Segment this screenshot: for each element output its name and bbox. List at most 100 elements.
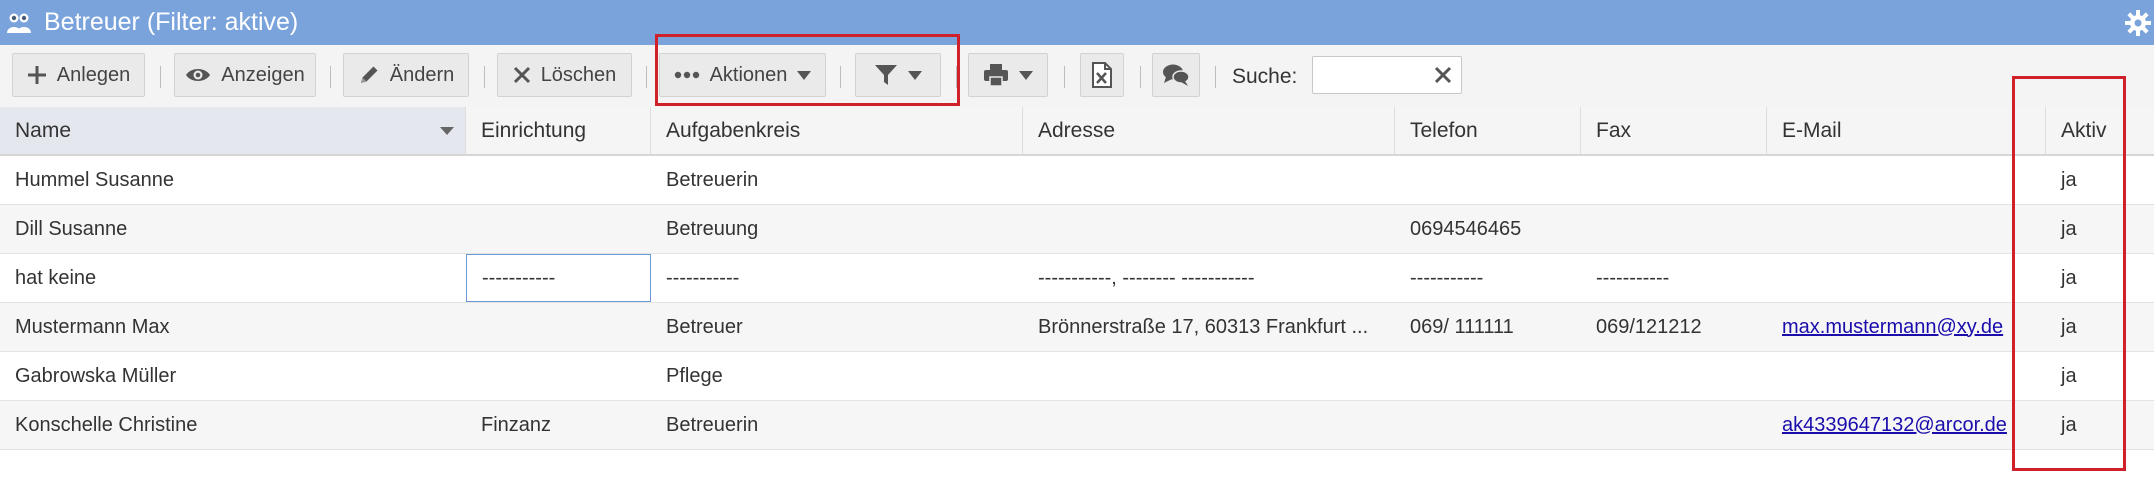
cell-einrichtung [466, 205, 651, 253]
column-header-label: Aufgabenkreis [666, 118, 801, 142]
cell-email [1767, 352, 2046, 400]
caret-down-icon[interactable] [435, 121, 459, 141]
cell-fax [1581, 401, 1767, 449]
clear-icon[interactable] [1433, 65, 1453, 85]
column-header-email[interactable]: E-Mail [1767, 107, 2046, 154]
column-header-adresse[interactable]: Adresse [1023, 107, 1395, 154]
cell-name: Gabrowska Müller [15, 364, 177, 387]
view-button-label: Anzeigen [221, 63, 305, 86]
column-header-fax[interactable]: Fax [1581, 107, 1767, 154]
cell-adresse: -----------, -------- ----------- [1038, 266, 1255, 289]
cell-adresse [1023, 401, 1395, 449]
table-row[interactable]: Dill Susanne Betreuung 0694546465 ja [0, 205, 2154, 254]
caret-down-icon [1019, 70, 1033, 80]
cell-einrichtung-focused[interactable]: ----------- [466, 254, 651, 302]
toolbar-separator [1064, 66, 1065, 88]
table-row[interactable]: Hummel Susanne Betreuerin ja [0, 156, 2154, 205]
cell-aktiv: ja [2061, 413, 2077, 436]
search-label: Suche: [1232, 65, 1298, 88]
column-header-aktiv[interactable]: Aktiv [2046, 107, 2154, 154]
cell-aktiv: ja [2061, 168, 2077, 191]
cell-email: max.mustermann@xy.de [1767, 303, 2046, 351]
x-icon [513, 66, 530, 84]
delete-button-label: Löschen [540, 63, 617, 86]
window-titlebar: Betreuer (Filter: aktive) [0, 0, 2154, 45]
toolbar-separator [646, 66, 647, 88]
cell-email [1767, 254, 2046, 302]
cell-einrichtung: Finzanz [481, 413, 552, 436]
column-header-label: Telefon [1410, 118, 1478, 142]
cell-aufgabenkreis: Pflege [666, 364, 723, 387]
column-header-label: Adresse [1038, 118, 1116, 142]
comments-icon [1163, 64, 1190, 86]
edit-button[interactable]: Ändern [343, 53, 469, 97]
filter-dropdown-button[interactable] [855, 53, 941, 97]
cell-telefon: 0694546465 [1410, 217, 1522, 240]
cell-name: Hummel Susanne [15, 168, 174, 191]
cell-adresse [1023, 156, 1395, 204]
users-icon [6, 8, 36, 38]
table-row[interactable]: hat keine ----------- ----------- ------… [0, 254, 2154, 303]
column-header-einrichtung[interactable]: Einrichtung [466, 107, 651, 154]
cell-fax [1581, 156, 1767, 204]
cell-aufgabenkreis: ----------- [666, 266, 740, 289]
cell-aktiv: ja [2061, 266, 2077, 289]
column-header-label: Name [15, 118, 72, 142]
actions-dropdown-button[interactable]: Aktionen [659, 53, 826, 97]
cell-adresse [1023, 352, 1395, 400]
cell-aktiv: ja [2061, 217, 2077, 240]
grid-header: Name Einrichtung Aufgabenkreis Adresse T… [0, 107, 2154, 156]
cell-email: ak4339647132@arcor.de [1767, 401, 2046, 449]
cell-name: Mustermann Max [15, 315, 170, 338]
cell-email [1767, 205, 2046, 253]
email-link[interactable]: ak4339647132@arcor.de [1782, 414, 2007, 437]
add-button[interactable]: Anlegen [12, 53, 145, 97]
printer-icon [984, 64, 1008, 87]
view-button[interactable]: Anzeigen [174, 53, 316, 97]
toolbar-separator [1215, 66, 1216, 88]
toolbar-separator [956, 66, 957, 88]
cell-fax: ----------- [1596, 266, 1670, 289]
add-button-label: Anlegen [56, 63, 131, 86]
cell-name: Konschelle Christine [15, 413, 198, 436]
dots-icon [674, 71, 699, 79]
cell-email [1767, 156, 2046, 204]
cell-telefon [1395, 352, 1581, 400]
column-header-label: Fax [1596, 118, 1632, 142]
edit-button-label[interactable]: Ändern [390, 64, 455, 87]
cell-telefon: ----------- [1410, 266, 1484, 289]
cell-einrichtung [466, 303, 651, 351]
toolbar-separator [484, 66, 485, 88]
search-box [1312, 56, 1462, 94]
cell-adresse: Brönnerstraße 17, 60313 Frankfurt ... [1038, 315, 1369, 338]
column-header-label: Einrichtung [481, 118, 587, 142]
column-header-aufgabenkreis[interactable]: Aufgabenkreis [651, 107, 1023, 154]
cell-einrichtung [466, 352, 651, 400]
gear-icon[interactable] [2124, 9, 2152, 37]
excel-icon [1092, 62, 1112, 88]
column-header-telefon[interactable]: Telefon [1395, 107, 1581, 154]
column-header-name[interactable]: Name [0, 107, 466, 154]
table-row[interactable]: Gabrowska Müller Pflege ja [0, 352, 2154, 401]
table-row[interactable]: Konschelle Christine Finzanz Betreuerin … [0, 401, 2154, 450]
cell-adresse [1023, 205, 1395, 253]
comments-button[interactable] [1152, 53, 1200, 97]
actions-button-label: Aktionen [709, 63, 788, 86]
cell-aktiv: ja [2061, 364, 2077, 387]
search-input[interactable] [1319, 57, 1433, 93]
excel-export-button[interactable] [1080, 53, 1124, 97]
data-grid: Name Einrichtung Aufgabenkreis Adresse T… [0, 107, 2154, 450]
cell-fax [1581, 352, 1767, 400]
toolbar-separator [1140, 66, 1141, 88]
cell-fax: 069/121212 [1596, 315, 1702, 338]
table-row[interactable]: Mustermann Max Betreuer Brönnerstraße 17… [0, 303, 2154, 352]
cell-aufgabenkreis: Betreuer [666, 315, 743, 338]
caret-down-icon [797, 70, 812, 80]
cell-aufgabenkreis: Betreuerin [666, 168, 759, 191]
print-dropdown-button[interactable] [968, 53, 1048, 97]
cell-name: hat keine [15, 266, 97, 289]
toolbar-separator [330, 66, 331, 88]
toolbar: Anlegen Anzeigen Ändern Löschen Aktionen… [0, 45, 2154, 108]
delete-button[interactable]: Löschen [497, 53, 632, 97]
email-link[interactable]: max.mustermann@xy.de [1782, 316, 2003, 339]
